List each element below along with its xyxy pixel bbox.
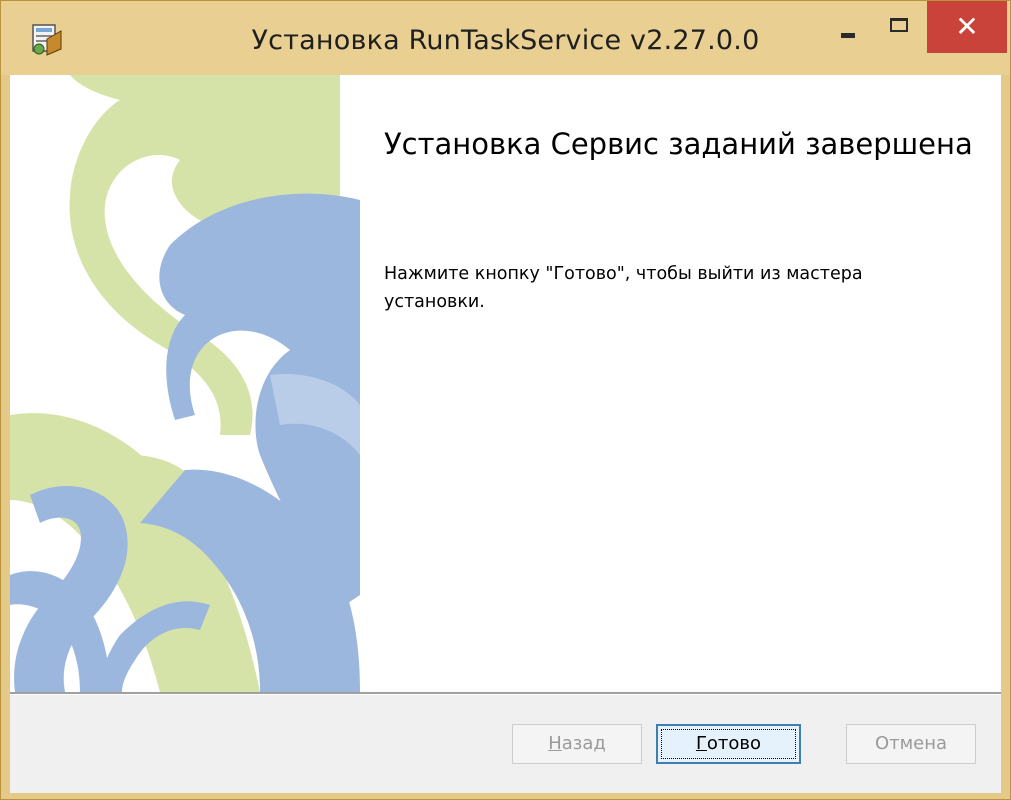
maximize-icon (890, 18, 908, 32)
close-icon: ✕ (955, 10, 979, 43)
wizard-footer: Назад Готово Отмена (10, 695, 1001, 793)
installer-window: Установка RunTaskService v2.27.0.0 ✕ Уст… (0, 0, 1011, 800)
title-bar[interactable]: Установка RunTaskService v2.27.0.0 ✕ (1, 1, 1010, 75)
minimize-button[interactable] (821, 1, 873, 53)
maximize-button[interactable] (875, 1, 925, 53)
wizard-side-art (10, 75, 360, 692)
back-button-label: азад (561, 733, 606, 754)
back-button[interactable]: Назад (512, 724, 642, 764)
wizard-page: Установка Сервис заданий завершена Нажми… (10, 75, 1001, 692)
focus-rectangle (661, 729, 796, 759)
minimize-icon (841, 33, 855, 38)
wizard-heading: Установка Сервис заданий завершена (384, 127, 973, 161)
wizard-message: Нажмите кнопку "Готово", чтобы выйти из … (384, 264, 863, 312)
finish-button[interactable]: Готово (656, 724, 801, 764)
wizard-client-area: Установка Сервис заданий завершена Нажми… (10, 75, 1001, 793)
close-button[interactable]: ✕ (927, 1, 1007, 53)
cancel-button[interactable]: Отмена (846, 724, 976, 764)
back-button-access-key: Н (548, 733, 562, 754)
